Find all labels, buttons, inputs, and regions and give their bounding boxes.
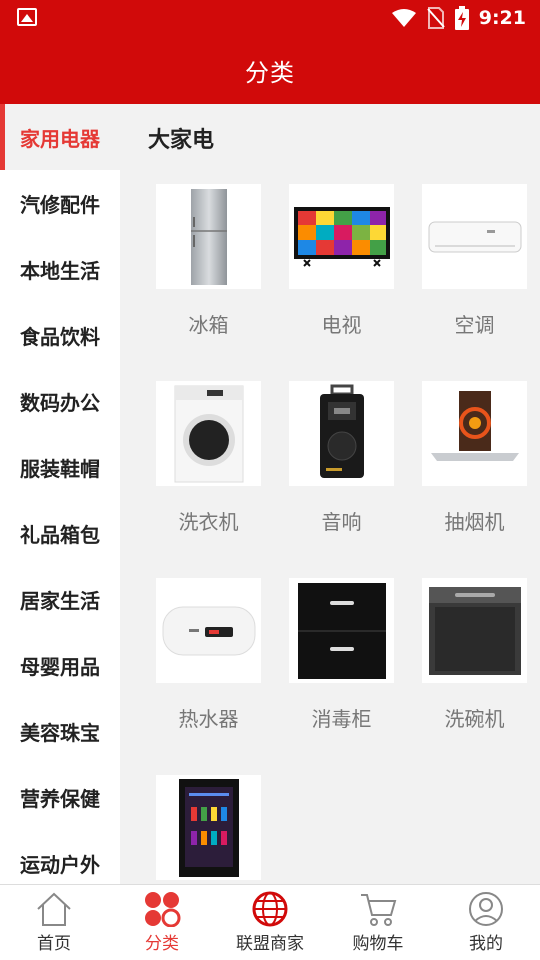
water-heater-icon [156,578,261,683]
nav-partner-merchants[interactable]: 联盟商家 [216,885,324,960]
sidebar-item-gifts-bags[interactable]: 礼品箱包 [0,500,120,566]
home-icon [37,892,71,926]
user-icon [469,892,503,926]
product-label: 消毒柜 [311,707,372,731]
sidebar-item-digital-office[interactable]: 数码办公 [0,368,120,434]
category-sidebar[interactable]: 家用电器 汽修配件 本地生活 食品饮料 数码办公 服装鞋帽 礼品箱包 居家生活 … [0,104,120,884]
product-item-tv[interactable]: 电视 [289,184,394,338]
sidebar-item-label: 家用电器 [20,126,100,151]
sidebar-item-label: 汽修配件 [20,192,100,217]
nav-cart[interactable]: 购物车 [324,885,432,960]
product-item-dishwasher[interactable]: 洗碗机 [422,578,527,732]
nav-mine[interactable]: 我的 [432,885,540,960]
sidebar-item-label: 礼品箱包 [20,522,100,547]
cart-icon [361,894,397,926]
globe-icon [252,891,288,927]
product-item-air-conditioner[interactable]: 空调 [422,184,527,338]
nav-label: 我的 [469,934,503,954]
product-label: 音响 [321,510,362,534]
sidebar-item-label: 本地生活 [20,258,100,283]
battery-charging-icon [454,6,469,30]
sidebar-item-mother-baby[interactable]: 母婴用品 [0,632,120,698]
bottom-nav: 首页 分类 联盟商家 购物车 我的 [0,884,540,960]
sidebar-item-apparel[interactable]: 服装鞋帽 [0,434,120,500]
sidebar-item-label: 母婴用品 [20,654,100,679]
sidebar-item-auto-parts[interactable]: 汽修配件 [0,170,120,236]
category-content[interactable]: 大家电 冰箱 电视 空调 洗衣机 音响 抽烟机 热水器 消毒柜 洗碗机 [120,104,540,884]
product-label: 热水器 [178,707,239,731]
sidebar-item-label: 数码办公 [20,390,100,415]
product-item-range-hood[interactable]: 抽烟机 [422,381,527,535]
nav-home[interactable]: 首页 [0,885,108,960]
fridge-icon [156,184,261,289]
sidebar-item-label: 食品饮料 [20,324,100,349]
product-item-speaker[interactable]: 音响 [289,381,394,535]
sidebar-item-label: 居家生活 [20,588,100,613]
product-label: 空调 [454,313,495,337]
app-header: 分类 [0,36,540,104]
product-item-washing-machine[interactable]: 洗衣机 [156,381,261,535]
speaker-icon [289,381,394,486]
sidebar-item-local-life[interactable]: 本地生活 [0,236,120,302]
status-bar: 9:21 [0,0,540,36]
tv-icon [289,184,394,289]
category-icon [145,892,181,927]
product-label: 抽烟机 [444,510,505,534]
sidebar-item-home-appliances[interactable]: 家用电器 [0,104,120,170]
sidebar-item-label: 服装鞋帽 [20,456,100,481]
product-item-fridge[interactable]: 冰箱 [156,184,261,338]
nav-label: 购物车 [352,934,404,954]
sidebar-item-food-drinks[interactable]: 食品饮料 [0,302,120,368]
product-label: 冰箱 [188,313,229,337]
product-item-water-heater[interactable]: 热水器 [156,578,261,732]
sidebar-item-beauty-jewelry[interactable]: 美容珠宝 [0,698,120,764]
status-time: 9:21 [478,7,526,29]
sidebar-item-label: 营养保健 [20,786,100,811]
wine-cooler-icon [156,775,261,880]
sidebar-item-sports-outdoor[interactable]: 运动户外 [0,830,120,884]
product-label: 洗衣机 [178,510,239,534]
range-hood-icon [422,381,527,486]
sidebar-item-nutrition-health[interactable]: 营养保健 [0,764,120,830]
washing-machine-icon [156,381,261,486]
dishwasher-icon [422,578,527,683]
nav-label: 首页 [37,934,71,954]
image-notification-icon [17,8,37,26]
page-title: 分类 [245,58,295,87]
nav-label: 联盟商家 [236,934,304,954]
nav-label: 分类 [145,934,179,954]
section-title: 大家电 [148,128,215,153]
status-icons: 9:21 [391,4,526,32]
product-item-wine-cooler[interactable] [156,775,261,884]
no-sim-icon [426,7,445,29]
sidebar-item-label: 美容珠宝 [20,720,100,745]
sidebar-item-label: 运动户外 [20,852,100,877]
sidebar-item-household[interactable]: 居家生活 [0,566,120,632]
product-item-sterilizer[interactable]: 消毒柜 [289,578,394,732]
product-label: 电视 [321,313,362,337]
product-label: 洗碗机 [444,707,505,731]
air-conditioner-icon [422,184,527,289]
nav-category[interactable]: 分类 [108,885,216,960]
wifi-icon [391,9,416,27]
sterilizer-cabinet-icon [289,578,394,683]
